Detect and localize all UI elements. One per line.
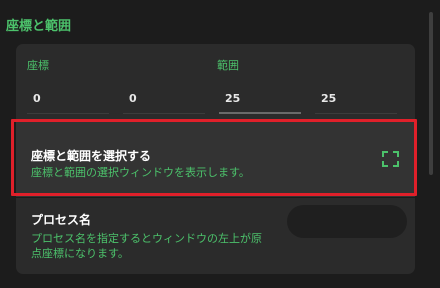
process-name-description: プロセス名を指定するとウィンドウの左上が原点座標になります。 [31, 232, 262, 260]
process-name-title: プロセス名 [31, 213, 92, 227]
range-label: 範囲 [217, 59, 239, 72]
settings-page: 座標と範囲 座標 範囲 0 0 25 25 座標と範囲を選択する 座標と範囲の選… [0, 0, 440, 288]
range-width-field[interactable]: 25 [219, 84, 301, 114]
coord-x-field[interactable]: 0 [27, 84, 109, 114]
section-title: 座標と範囲 [6, 19, 72, 34]
scrollbar[interactable] [429, 12, 433, 175]
highlight-box [11, 119, 417, 196]
process-name-input[interactable] [287, 205, 407, 238]
coords-label: 座標 [27, 59, 49, 72]
coord-y-field[interactable]: 0 [123, 84, 205, 114]
range-height-field[interactable]: 25 [315, 84, 397, 114]
